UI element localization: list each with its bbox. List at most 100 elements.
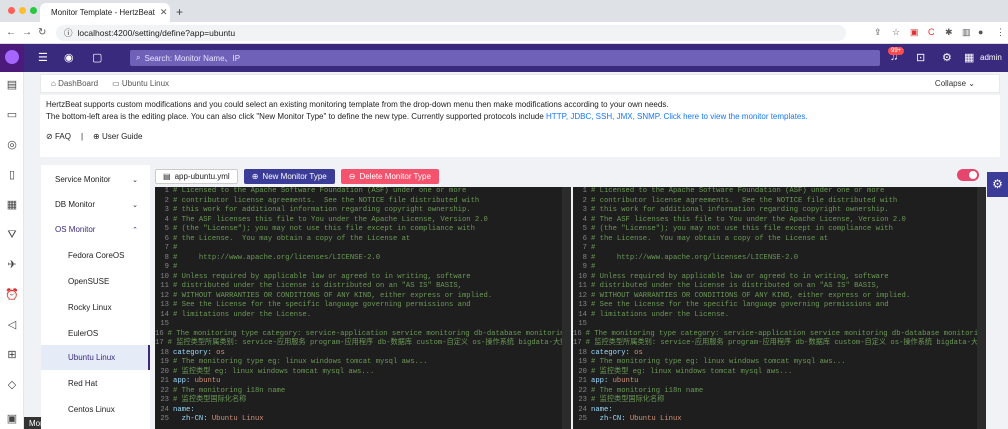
- code-line[interactable]: 1 # Licensed to the Apache Software Found…: [573, 187, 986, 197]
- code-line[interactable]: 15: [573, 320, 986, 330]
- maximize-window-icon[interactable]: [30, 7, 37, 14]
- monitor-icon[interactable]: ▭: [4, 108, 20, 122]
- code-line[interactable]: 13 # See the License for the specific lan…: [573, 301, 986, 311]
- code-line[interactable]: 24 name:: [573, 406, 986, 416]
- code-line[interactable]: 6 # the License. You may obtain a copy of…: [573, 235, 986, 245]
- back-icon[interactable]: ←: [6, 27, 16, 38]
- code-line[interactable]: 20 # 监控类型 eg: linux windows tomcat mysql …: [155, 368, 571, 378]
- settings-drawer-gear-icon[interactable]: ⚙: [987, 172, 1008, 197]
- url-field[interactable]: ⓘ localhost:4200/setting/define?app=ubun…: [56, 25, 846, 41]
- globe-icon[interactable]: ◎: [4, 138, 20, 152]
- code-line[interactable]: 21 app: ubuntu: [573, 377, 986, 387]
- bookmark-icon[interactable]: ▯: [4, 168, 20, 182]
- search-input[interactable]: ⌕ Search: Monitor Name、IP: [130, 50, 880, 66]
- code-line[interactable]: 5 # (the "License"); you may not use this…: [573, 225, 986, 235]
- code-line[interactable]: 16 # The monitoring type category: servic…: [155, 330, 571, 340]
- menu-item-opensuse[interactable]: OpenSUSE: [41, 269, 150, 294]
- code-line[interactable]: 9 #: [573, 263, 986, 273]
- code-line[interactable]: 12 # WITHOUT WARRANTIES OR CONDITIONS OF …: [155, 292, 571, 302]
- menu-item-fedora[interactable]: Fedora CoreOS: [41, 243, 150, 268]
- code-line[interactable]: 1 # Licensed to the Apache Software Found…: [155, 187, 571, 197]
- share-icon[interactable]: ⇪: [874, 27, 882, 38]
- sidepanel-icon[interactable]: ▥: [962, 27, 971, 38]
- menu-kebab-icon[interactable]: ⋮: [996, 27, 1005, 38]
- code-line[interactable]: 23 # 监控类型国际化名称: [573, 396, 986, 406]
- code-line[interactable]: 19 # The monitoring type eg: linux window…: [573, 358, 986, 368]
- diff-toggle[interactable]: [957, 169, 979, 181]
- code-line[interactable]: 21 app: ubuntu: [155, 377, 571, 387]
- user-guide-link[interactable]: ⊕ User Guide: [93, 131, 142, 143]
- code-line[interactable]: 22 # The monitoring i18n name: [155, 387, 571, 397]
- browser-tab[interactable]: Monitor Template - HertzBeat ✕: [40, 3, 170, 22]
- lock-icon[interactable]: ⊡: [916, 51, 925, 64]
- minimize-window-icon[interactable]: [19, 7, 26, 14]
- code-line[interactable]: 7 #: [155, 244, 571, 254]
- close-window-icon[interactable]: [8, 7, 15, 14]
- file-selector-button[interactable]: ▤ app-ubuntu.yml: [155, 169, 238, 184]
- code-line[interactable]: 12 # WITHOUT WARRANTIES OR CONDITIONS OF …: [573, 292, 986, 302]
- protocols-link[interactable]: HTTP, JDBC, SSH, JMX, SNMP.: [546, 112, 661, 121]
- hertzbeat-logo[interactable]: [0, 44, 24, 72]
- code-line[interactable]: 8 # http://www.apache.org/licenses/LICENS…: [573, 254, 986, 264]
- grid-icon[interactable]: ▦: [4, 198, 20, 212]
- editor-scrollbar[interactable]: [977, 187, 986, 429]
- reload-icon[interactable]: ↻: [38, 27, 46, 38]
- new-tab-icon[interactable]: +: [176, 5, 183, 19]
- code-editor-original[interactable]: 1 # Licensed to the Apache Software Found…: [155, 187, 571, 429]
- faq-link[interactable]: ⊘ FAQ: [46, 131, 71, 143]
- menu-item-euleros[interactable]: EulerOS: [41, 321, 150, 346]
- menu-item-rocky[interactable]: Rocky Linux: [41, 295, 150, 320]
- bookmark-star-icon[interactable]: ☆: [892, 27, 900, 38]
- code-line[interactable]: 2 # contributor license agreements. See t…: [573, 197, 986, 207]
- menu-db-monitor[interactable]: DB Monitor ⌄: [41, 192, 150, 217]
- alarm-icon[interactable]: ⏰: [4, 288, 20, 302]
- code-editor-modified[interactable]: 1 # Licensed to the Apache Software Found…: [573, 187, 986, 429]
- menu-service-monitor[interactable]: Service Monitor ⌄: [41, 167, 150, 192]
- code-line[interactable]: 17 # 监控类型所属类别: service-应用服务 program-应用程序 …: [573, 339, 986, 349]
- code-line[interactable]: 7 #: [573, 244, 986, 254]
- filter-icon[interactable]: ⛛: [4, 228, 20, 242]
- code-line[interactable]: 19 # The monitoring type eg: linux window…: [155, 358, 571, 368]
- code-line[interactable]: 14 # limitations under the License.: [155, 311, 571, 321]
- code-line[interactable]: 25 zh-CN: Ubuntu Linux: [155, 415, 571, 425]
- cluster-icon[interactable]: ⊞: [4, 348, 20, 362]
- new-monitor-type-button[interactable]: ⊕ New Monitor Type: [243, 169, 335, 184]
- close-tab-icon[interactable]: ✕: [160, 7, 168, 18]
- user-icon[interactable]: ▦: [964, 51, 974, 64]
- menu-item-ubuntu[interactable]: Ubuntu Linux: [41, 345, 150, 370]
- collapse-dropdown[interactable]: Collapse ⌄: [935, 79, 975, 88]
- code-line[interactable]: 24 name:: [155, 406, 571, 416]
- code-line[interactable]: 3 # this work for additional information …: [155, 206, 571, 216]
- code-line[interactable]: 25 zh-CN: Ubuntu Linux: [573, 415, 986, 425]
- editor-scrollbar[interactable]: [562, 187, 571, 429]
- code-line[interactable]: 6 # the License. You may obtain a copy of…: [155, 235, 571, 245]
- menu-item-centos[interactable]: Centos Linux: [41, 397, 150, 422]
- extension-c-icon[interactable]: C: [928, 27, 935, 37]
- settings-gear-icon[interactable]: ⚙: [942, 51, 952, 64]
- profile-avatar-icon[interactable]: ●: [978, 27, 983, 37]
- forward-icon[interactable]: →: [22, 27, 32, 38]
- code-line[interactable]: 18 category: os: [573, 349, 986, 359]
- code-line[interactable]: 5 # (the "License"); you may not use this…: [155, 225, 571, 235]
- code-line[interactable]: 8 # http://www.apache.org/licenses/LICENS…: [155, 254, 571, 264]
- notification-icon[interactable]: ◁: [4, 318, 20, 332]
- code-line[interactable]: 23 # 监控类型国际化名称: [155, 396, 571, 406]
- code-line[interactable]: 10 # Unless required by applicable law or…: [573, 273, 986, 283]
- tab-dashboard[interactable]: ⌂ DashBoard: [51, 79, 98, 88]
- code-line[interactable]: 11 # distributed under the License is dis…: [573, 282, 986, 292]
- code-line[interactable]: 4 # The ASF licenses this file to You und…: [573, 216, 986, 226]
- code-line[interactable]: 17 # 监控类型所属类别: service-应用服务 program-应用程序 …: [155, 339, 571, 349]
- admin-user[interactable]: admin: [980, 53, 1002, 62]
- code-line[interactable]: 2 # contributor license agreements. See t…: [155, 197, 571, 207]
- menu-item-redhat[interactable]: Red Hat: [41, 371, 150, 396]
- code-template-icon[interactable]: ▣: [4, 412, 20, 426]
- code-line[interactable]: 15: [155, 320, 571, 330]
- code-line[interactable]: 14 # limitations under the License.: [573, 311, 986, 321]
- menu-toggle-icon[interactable]: ☰: [38, 51, 48, 64]
- code-line[interactable]: 11 # distributed under the License is dis…: [155, 282, 571, 292]
- code-line[interactable]: 22 # The monitoring i18n name: [573, 387, 986, 397]
- code-line[interactable]: 10 # Unless required by applicable law or…: [155, 273, 571, 283]
- tab-ubuntu[interactable]: ▭ Ubuntu Linux: [112, 79, 169, 88]
- github-icon[interactable]: ◉: [64, 51, 74, 64]
- code-line[interactable]: 20 # 监控类型 eg: linux windows tomcat mysql …: [573, 368, 986, 378]
